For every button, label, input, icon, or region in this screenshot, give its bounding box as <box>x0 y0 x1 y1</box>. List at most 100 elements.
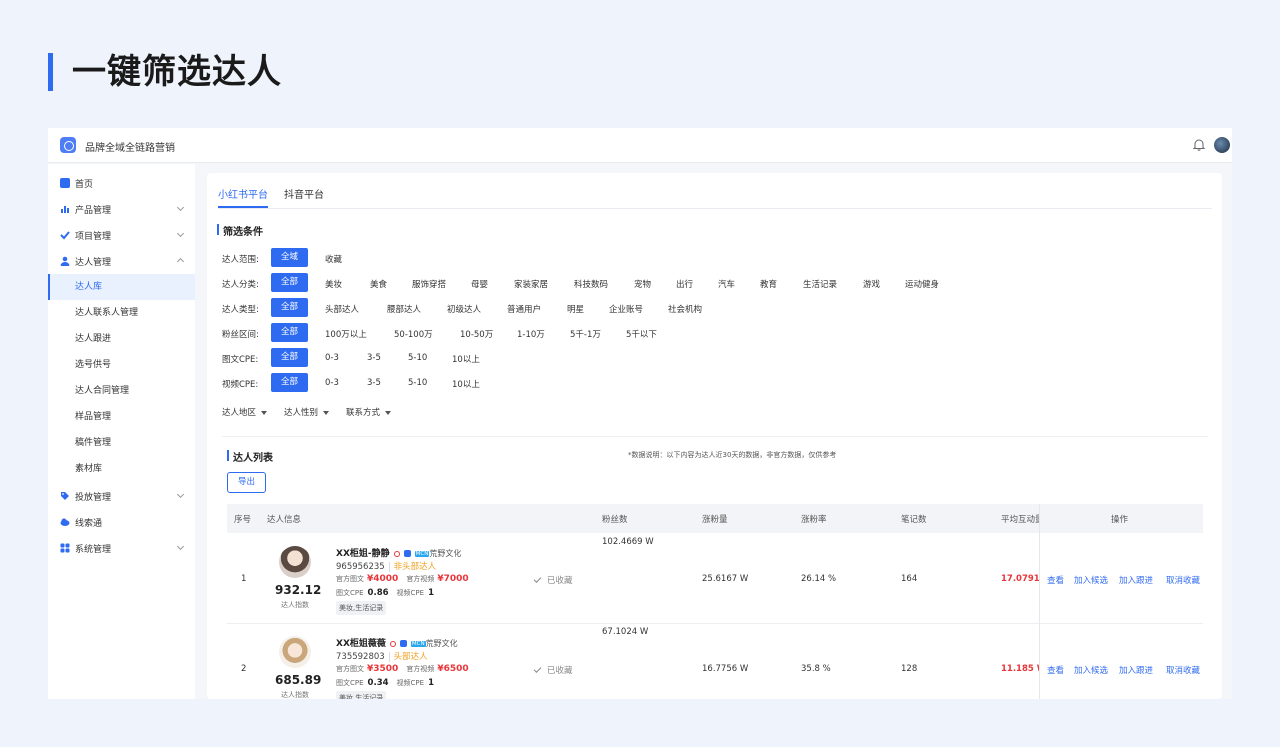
filter-option[interactable]: 普通用户 <box>507 303 541 315</box>
filter-option[interactable]: 宠物 <box>634 278 651 290</box>
contact-dropdown[interactable]: 联系方式 <box>346 406 391 418</box>
view-link[interactable]: 查看 <box>1047 664 1064 676</box>
influencer-avatar[interactable] <box>279 546 311 578</box>
filter-option[interactable]: 10以上 <box>452 353 480 365</box>
filter-option[interactable]: 5千-1万 <box>570 328 601 340</box>
sidebar-item-system[interactable]: 系统管理 <box>48 535 195 561</box>
notes-count: 128 <box>901 664 918 674</box>
filter-option[interactable]: 3-5 <box>367 353 381 363</box>
collected-status[interactable]: 已收藏 <box>533 664 573 676</box>
cpe-image-label: 图文CPE <box>336 589 364 597</box>
sidebar-sub-contacts[interactable]: 达人联系人管理 <box>48 300 195 326</box>
filter-option[interactable]: 3-5 <box>367 378 381 388</box>
filter-option[interactable]: 10-50万 <box>460 328 493 340</box>
filter-label: 达人分类: <box>222 280 259 290</box>
filter-option[interactable]: 100万以上 <box>325 328 367 340</box>
mcn-org: 荒野文化 <box>425 639 458 648</box>
view-link[interactable]: 查看 <box>1047 574 1064 586</box>
region-dropdown[interactable]: 达人地区 <box>222 406 267 418</box>
sidebar-item-home[interactable]: 首页 <box>48 170 195 196</box>
filter-option[interactable]: 科技数码 <box>574 278 608 290</box>
filter-option[interactable]: 1-10万 <box>517 328 545 340</box>
sidebar-sub-contracts[interactable]: 达人合同管理 <box>48 378 195 404</box>
filter-option-selected[interactable]: 全部 <box>271 298 308 317</box>
sidebar-sub-followup[interactable]: 达人跟进 <box>48 326 195 352</box>
video-icon <box>399 640 407 647</box>
filter-option-selected[interactable]: 全部 <box>271 273 308 292</box>
filter-option[interactable]: 5-10 <box>408 378 427 388</box>
sidebar-sub-selection[interactable]: 选号供号 <box>48 352 195 378</box>
list-section-title: 达人列表 <box>227 449 273 464</box>
export-button[interactable]: 导出 <box>227 472 266 493</box>
add-followup-link[interactable]: 加入跟进 <box>1119 574 1153 586</box>
price-image: ¥4000 <box>367 574 399 584</box>
filter-option[interactable]: 服饰穿搭 <box>412 278 446 290</box>
sidebar-item-projects[interactable]: 项目管理 <box>48 222 195 248</box>
filter-option[interactable]: 头部达人 <box>325 303 359 315</box>
filter-option[interactable]: 腰部达人 <box>387 303 421 315</box>
influencer-name[interactable]: XX柜姐-静静 <box>336 549 390 559</box>
gender-dropdown[interactable]: 达人性别 <box>284 406 329 418</box>
filter-option[interactable]: 家装家居 <box>514 278 548 290</box>
filter-option[interactable]: 0-3 <box>325 353 339 363</box>
filter-option[interactable]: 0-3 <box>325 378 339 388</box>
filter-option-selected[interactable]: 全域 <box>271 248 308 267</box>
add-followup-link[interactable]: 加入跟进 <box>1119 664 1153 676</box>
cpe-video-label: 视频CPE <box>396 679 425 687</box>
uncollect-link[interactable]: 取消收藏 <box>1166 574 1200 586</box>
cpe-image-label: 图文CPE <box>336 679 364 687</box>
filter-option-selected[interactable]: 全部 <box>271 373 308 392</box>
filter-option[interactable]: 汽车 <box>718 278 735 290</box>
filter-option[interactable]: 母婴 <box>471 278 488 290</box>
sidebar-item-delivery[interactable]: 投放管理 <box>48 483 195 509</box>
influencer-name[interactable]: XX柜姐薇薇 <box>336 639 386 649</box>
filter-option[interactable]: 收藏 <box>325 253 342 265</box>
filter-option[interactable]: 游戏 <box>863 278 880 290</box>
filter-option[interactable]: 美食 <box>370 278 387 290</box>
collected-status[interactable]: 已收藏 <box>533 574 573 586</box>
sidebar-sub-manuscripts[interactable]: 稿件管理 <box>48 430 195 456</box>
filter-option-selected[interactable]: 全部 <box>271 323 308 342</box>
filter-option[interactable]: 50-100万 <box>394 328 433 340</box>
column-header: 涨粉量 <box>702 515 728 525</box>
sidebar-item-products[interactable]: 产品管理 <box>48 196 195 222</box>
price-image: ¥3500 <box>367 664 399 674</box>
table-row: 2 685.89 达人指数 XX柜姐薇薇 MCN荒野文化 735592803 头部达… <box>227 624 1203 699</box>
filter-option[interactable]: 运动健身 <box>905 278 939 290</box>
influencer-avatar[interactable] <box>279 636 311 668</box>
filter-option[interactable]: 明星 <box>567 303 584 315</box>
filter-option[interactable]: 企业账号 <box>609 303 643 315</box>
filter-option[interactable]: 初级达人 <box>447 303 481 315</box>
column-header: 笔记数 <box>901 515 927 525</box>
filter-option-selected[interactable]: 全部 <box>271 348 308 367</box>
filter-option[interactable]: 10以上 <box>452 378 480 390</box>
filter-option[interactable]: 社会机构 <box>668 303 702 315</box>
user-avatar[interactable] <box>1214 137 1230 153</box>
fans-growth-rate: 26.14 % <box>801 574 837 584</box>
table-row: 1 932.12 达人指数 XX柜姐-静静 MCN荒野文化 965956235 非头… <box>227 534 1203 624</box>
app-window: 品牌全域全链路营销 首页 产品管理 项目管理 达人管理 达人库 达人联系人管理 <box>48 128 1232 699</box>
filter-option[interactable]: 美妆 <box>325 278 342 290</box>
sidebar-sub-samples[interactable]: 样品管理 <box>48 404 195 430</box>
mcn-org: 荒野文化 <box>429 549 462 558</box>
filter-option[interactable]: 出行 <box>676 278 693 290</box>
sidebar-item-influencers[interactable]: 达人管理 <box>48 248 195 274</box>
column-header: 涨粉率 <box>801 515 827 525</box>
bell-icon[interactable] <box>1193 138 1205 151</box>
tab-xiaohongshu[interactable]: 小红书平台 <box>218 186 268 201</box>
tab-douyin[interactable]: 抖音平台 <box>284 186 324 201</box>
cpe-line: 图文CPE 0.34 视频CPE 1 <box>336 678 442 688</box>
uncollect-link[interactable]: 取消收藏 <box>1166 664 1200 676</box>
filter-label: 达人范围: <box>222 255 259 265</box>
filter-option[interactable]: 教育 <box>760 278 777 290</box>
sidebar-sub-influencer-library[interactable]: 达人库 <box>48 274 195 300</box>
column-header: 平均互动量 <box>1001 515 1039 525</box>
filter-option[interactable]: 生活记录 <box>803 278 837 290</box>
add-candidate-link[interactable]: 加入候选 <box>1074 664 1108 676</box>
sidebar-item-leads[interactable]: 线索通 <box>48 509 195 535</box>
sidebar-sub-materials[interactable]: 素材库 <box>48 456 195 482</box>
add-candidate-link[interactable]: 加入候选 <box>1074 574 1108 586</box>
filter-option[interactable]: 5-10 <box>408 353 427 363</box>
filter-option[interactable]: 5千以下 <box>626 328 657 340</box>
row-index: 1 <box>241 574 247 584</box>
